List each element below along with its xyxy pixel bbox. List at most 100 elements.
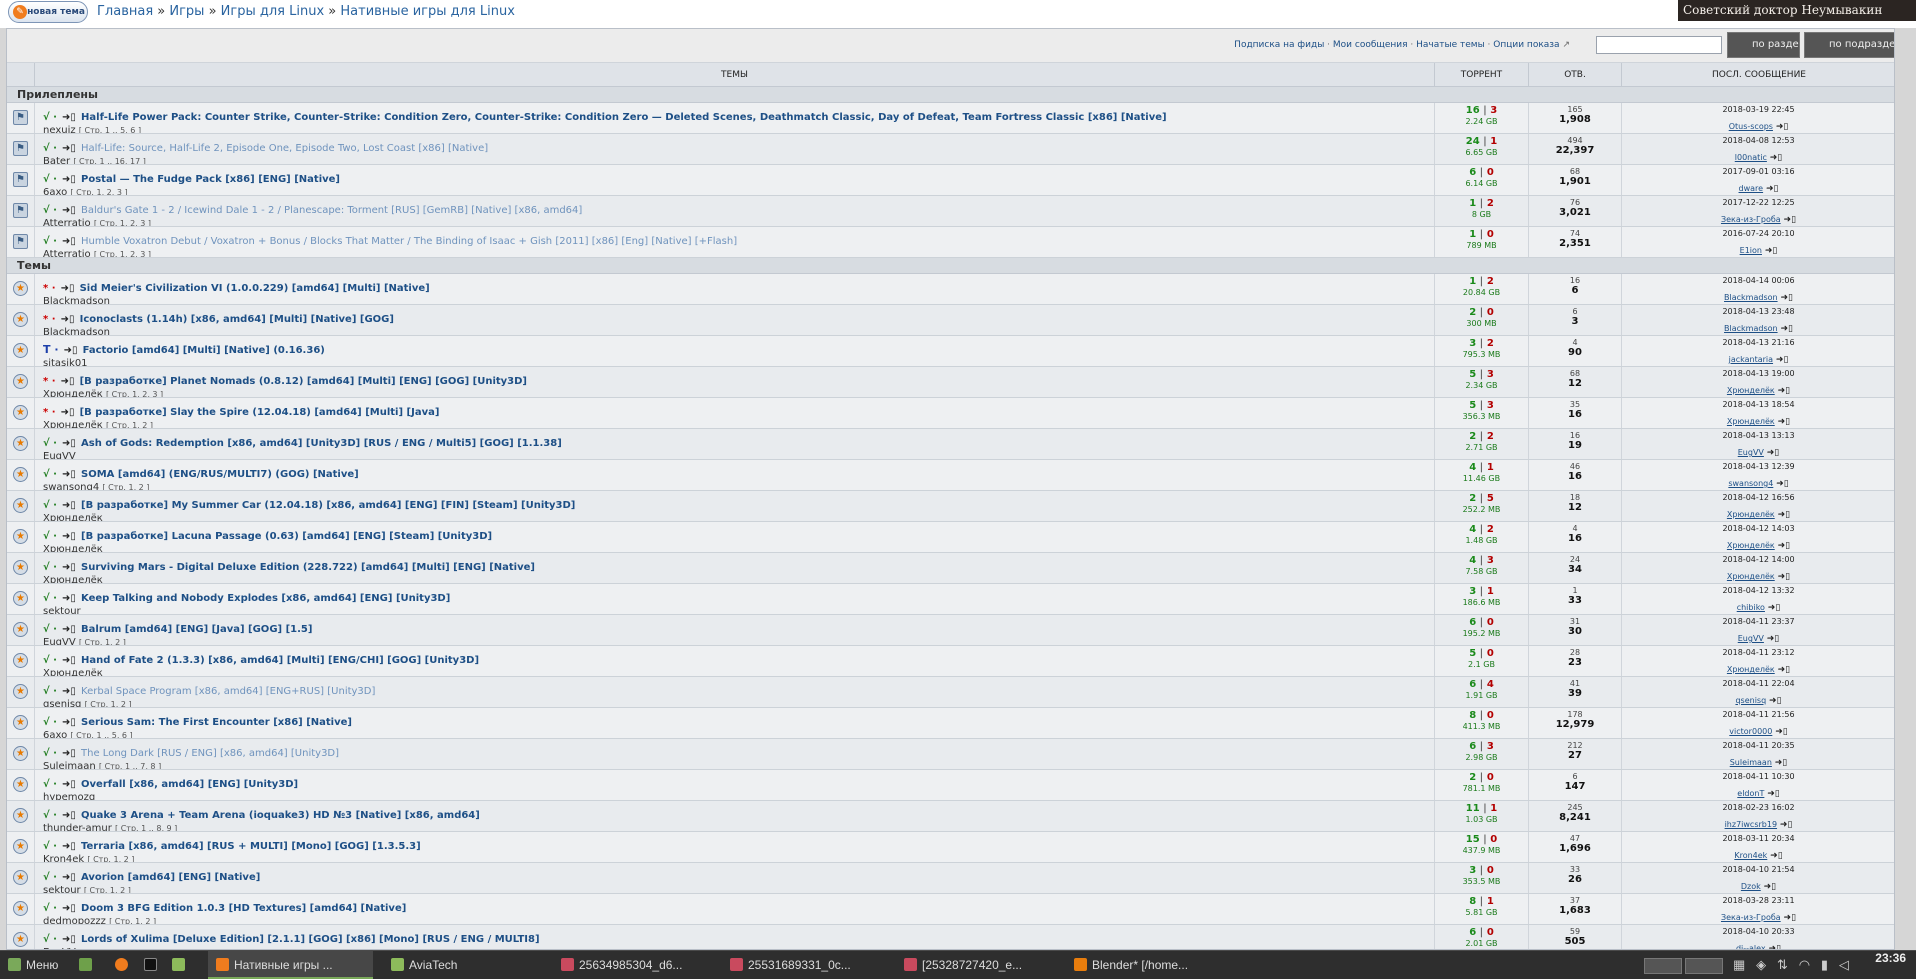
download-arrow-icon[interactable]: ➜▯ [62,236,76,247]
crumb-games[interactable]: Игры [169,4,204,19]
last-post-user[interactable]: qsenisq [1735,696,1766,705]
last-post-user[interactable]: Otus-scops [1729,122,1773,131]
topic-author[interactable]: sitasik01 [43,358,88,366]
download-arrow-icon[interactable]: ➜▯ [62,531,76,542]
goto-last-post-icon[interactable]: ➜▯ [1761,882,1777,892]
taskbar-window-5[interactable]: [25328727420_e... [896,951,1056,979]
last-post-user[interactable]: Blackmadson [1724,293,1778,302]
last-post-user[interactable]: ihz7iwcsrb19 [1725,820,1777,829]
last-post-user[interactable]: Хрюнделёк [1727,417,1775,426]
topic-title-link[interactable]: Overfall [x86, amd64] [ENG] [Unity3D] [81,779,298,790]
download-arrow-icon[interactable]: ➜▯ [62,841,76,852]
topic-title-link[interactable]: Quake 3 Arena + Team Arena (ioquake3) HD… [81,810,480,821]
topic-author[interactable]: qsenisq [43,699,81,707]
goto-last-post-icon[interactable]: ➜▯ [1773,122,1789,132]
download-arrow-icon[interactable]: ➜▯ [62,500,76,511]
last-post-user[interactable]: Зека-из-Гроба [1721,215,1781,224]
goto-last-post-icon[interactable]: ➜▯ [1773,355,1789,365]
download-arrow-icon[interactable]: ➜▯ [62,438,76,449]
taskbar-window-2[interactable]: AviaTech [383,951,543,979]
last-post-user[interactable]: eldonT [1737,789,1764,798]
topic-author[interactable]: Хрюнделёк [43,544,103,552]
last-post-user[interactable]: EugVV [1738,448,1764,457]
show-desktop-button[interactable] [75,951,99,979]
topic-title-link[interactable]: Terraria [x86, amd64] [RUS + MULTI] [Mon… [81,841,421,852]
torrent-size[interactable]: 8 GB [1435,210,1528,219]
topic-author[interactable]: Blackmadson [43,296,110,304]
torrent-size[interactable]: 2.34 GB [1435,381,1528,390]
topic-pages[interactable]: [ Стр. 1, 2 ] [106,421,153,428]
topic-pages[interactable]: [ Стр. 1, 2 ] [102,483,149,490]
topic-title-link[interactable]: Lords of Xulima [Deluxe Edition] [2.1.1]… [81,934,540,945]
download-arrow-icon[interactable]: ➜▯ [62,112,76,123]
goto-last-post-icon[interactable]: ➜▯ [1775,417,1791,427]
last-post-user[interactable]: Хрюнделёк [1727,665,1775,674]
taskbar-window-6[interactable]: Blender* [/home... [1066,951,1236,979]
topic-author[interactable]: Kron4ek [43,854,84,862]
last-post-user[interactable]: E1ion [1740,246,1762,255]
goto-last-post-icon[interactable]: ➜▯ [1777,820,1793,830]
topic-author[interactable]: EugVV [43,451,76,459]
topic-author[interactable]: Blackmadson [43,327,110,335]
torrent-size[interactable]: 411.3 MB [1435,722,1528,731]
goto-last-post-icon[interactable]: ➜▯ [1775,572,1791,582]
workspace-1[interactable] [1644,958,1682,974]
topic-title-link[interactable]: Postal — The Fudge Pack [x86] [ENG] [Nat… [81,174,340,185]
topic-author[interactable]: Suleimaan [43,761,96,769]
topic-pages[interactable]: [ Стр. 1, 2, 3 ] [94,250,151,257]
topic-title-link[interactable]: [В разработке] Lacuna Passage (0.63) [am… [81,531,492,542]
last-post-user[interactable]: l00natic [1735,153,1767,162]
topic-author[interactable]: Хрюнделёк [43,668,103,676]
topic-author[interactable]: sektour [43,885,81,893]
last-post-user[interactable]: jackantaria [1729,355,1773,364]
topic-title-link[interactable]: Hand of Fate 2 (1.3.3) [x86, amd64] [Mul… [81,655,479,666]
last-post-user[interactable]: Suleimaan [1730,758,1772,767]
topic-author[interactable]: Хрюнделёк [43,420,103,428]
last-post-user[interactable]: Blackmadson [1724,324,1778,333]
last-post-user[interactable]: victor0000 [1729,727,1772,736]
torrent-size[interactable]: 353.5 MB [1435,877,1528,886]
download-arrow-icon[interactable]: ➜▯ [62,174,76,185]
topic-title-link[interactable]: SOMA [amd64] (ENG/RUS/MULTI7) (GOG) [Nat… [81,469,359,480]
torrent-size[interactable]: 437.9 MB [1435,846,1528,855]
download-arrow-icon[interactable]: ➜▯ [62,205,76,216]
launcher-firefox[interactable] [111,951,135,979]
torrent-size[interactable]: 2.1 GB [1435,660,1528,669]
goto-last-post-icon[interactable]: ➜▯ [1762,246,1778,256]
topic-pages[interactable]: [ Стр. 1, 2, 3 ] [94,219,151,226]
goto-last-post-icon[interactable]: ➜▯ [1775,386,1791,396]
download-arrow-icon[interactable]: ➜▯ [61,283,75,294]
started-topics-link[interactable]: Начатые темы [1416,40,1485,50]
goto-last-post-icon[interactable]: ➜▯ [1766,696,1782,706]
goto-last-post-icon[interactable]: ➜▯ [1778,293,1793,303]
launcher-files[interactable] [168,951,192,979]
display-options-link[interactable]: Опции показа [1493,40,1559,50]
workspace-2[interactable] [1685,958,1723,974]
download-arrow-icon[interactable]: ➜▯ [62,748,76,759]
last-post-user[interactable]: Kron4ek [1734,851,1767,860]
battery-icon[interactable]: ▮ [1821,957,1828,972]
last-post-user[interactable]: Хрюнделёк [1727,510,1775,519]
topic-pages[interactable]: [ Стр. 1 .. 8, 9 ] [115,824,177,831]
topic-author[interactable]: Хрюнделёк [43,389,103,397]
torrent-size[interactable]: 195.2 MB [1435,629,1528,638]
topic-author[interactable]: Bater [43,156,70,164]
topic-title-link[interactable]: The Long Dark [RUS / ENG] [x86, amd64] [… [81,748,339,759]
topic-pages[interactable]: [ Стр. 1, 2 ] [84,886,131,893]
topic-author[interactable]: swansong4 [43,482,99,490]
feeds-link[interactable]: Подписка на фиды [1234,40,1324,50]
download-arrow-icon[interactable]: ➜▯ [62,624,76,635]
topic-pages[interactable]: [ Стр. 1, 2 ] [87,855,134,862]
topic-pages[interactable]: [ Стр. 1 .. 16, 17 ] [73,157,145,164]
last-post-user[interactable]: Dzok [1741,882,1761,891]
topic-author[interactable]: 6axo [43,730,67,738]
taskbar-window-3[interactable]: 25634985304_d6... [553,951,713,979]
last-post-user[interactable]: EugVV [1738,634,1764,643]
torrent-size[interactable]: 789 MB [1435,241,1528,250]
topic-pages[interactable]: [ Стр. 1, 2, 3 ] [70,188,127,195]
torrent-size[interactable]: 1.03 GB [1435,815,1528,824]
download-arrow-icon[interactable]: ➜▯ [61,314,75,325]
download-arrow-icon[interactable]: ➜▯ [62,143,76,154]
torrent-size[interactable]: 1.91 GB [1435,691,1528,700]
topic-pages[interactable]: [ Стр. 1 .. 7, 8 ] [99,762,161,769]
